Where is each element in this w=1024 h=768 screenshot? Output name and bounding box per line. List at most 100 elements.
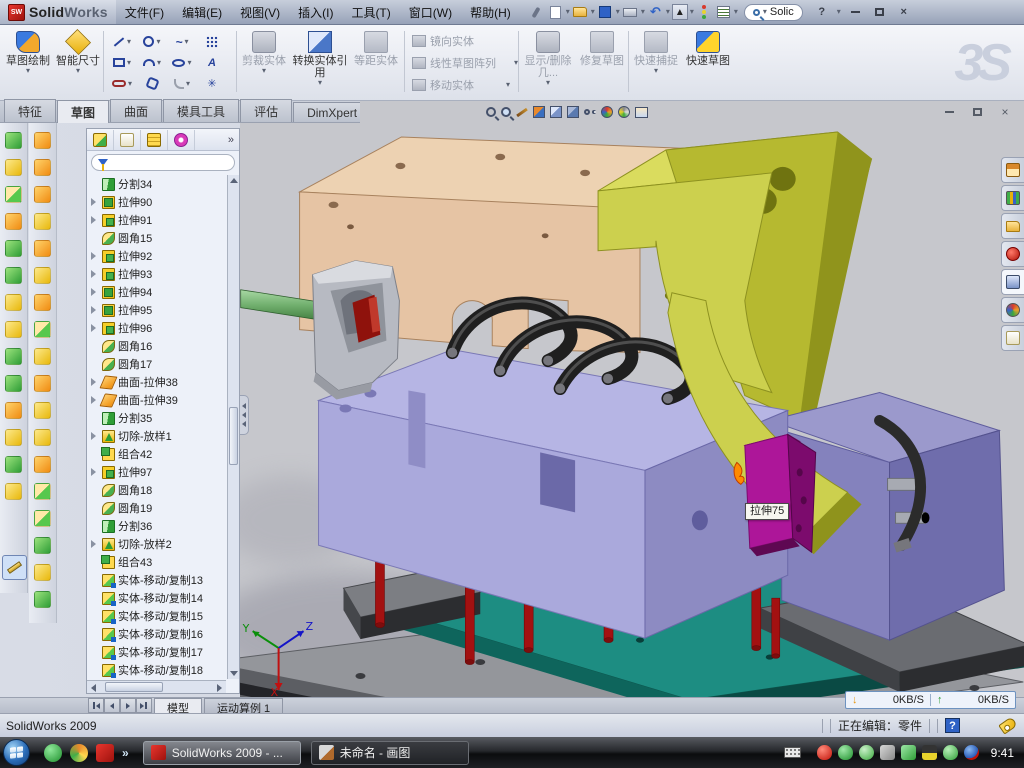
feature-tree-item[interactable]: 分割36: [89, 517, 226, 535]
prev-tab-button[interactable]: [104, 698, 120, 713]
feature-tool-icon[interactable]: ▾: [30, 262, 56, 289]
search-input[interactable]: Solic: [770, 6, 794, 18]
slot-tool-icon[interactable]: ▾: [107, 73, 137, 94]
display-delete-relations-button[interactable]: 显示/删除几...▾: [522, 29, 574, 95]
feature-tool-icon[interactable]: ▾: [1, 397, 27, 424]
feature-tree-item[interactable]: 切除-放样1: [89, 427, 226, 445]
media-app-icon[interactable]: [70, 744, 88, 762]
measure-tool-button[interactable]: [2, 555, 27, 580]
circle-tool-icon[interactable]: ▾: [137, 31, 167, 52]
point-tool-icon[interactable]: ✳: [197, 73, 227, 94]
feature-tool-icon[interactable]: ▾: [1, 208, 27, 235]
feature-tree-item[interactable]: 实体-移动/复制17: [89, 643, 226, 661]
feature-tree-item[interactable]: 圆角17: [89, 355, 226, 373]
scroll-thumb[interactable]: [229, 407, 238, 465]
quick-launch-chevron[interactable]: »: [122, 746, 129, 760]
first-tab-button[interactable]: [88, 698, 104, 713]
doc-restore-button[interactable]: [968, 104, 986, 119]
scroll-left-arrow[interactable]: [91, 684, 96, 692]
expander-arrow-icon[interactable]: [91, 216, 96, 224]
search-box[interactable]: ▾ Solic: [744, 4, 803, 21]
quick-tips-icon[interactable]: ?: [945, 718, 960, 733]
feature-tool-icon[interactable]: ▾: [1, 235, 27, 262]
scroll-right-arrow[interactable]: [217, 684, 222, 692]
view-settings-icon[interactable]: ▾: [634, 103, 649, 121]
feature-tool-icon[interactable]: ▾: [1, 451, 27, 478]
feature-tool-icon[interactable]: ▾: [30, 181, 56, 208]
arc-tool-icon[interactable]: ▾: [137, 52, 167, 73]
view-orientation-icon[interactable]: ▾: [549, 103, 563, 121]
tree-horizontal-scrollbar[interactable]: [87, 680, 226, 693]
expander-arrow-icon[interactable]: [91, 252, 96, 260]
keyboard-layout-icon[interactable]: [784, 747, 801, 758]
feature-tool-icon[interactable]: ▾: [1, 316, 27, 343]
undo-icon[interactable]: ↶: [647, 4, 664, 21]
expander-arrow-icon[interactable]: [91, 324, 96, 332]
quick-snaps-button[interactable]: 快速捕捉▾: [632, 29, 680, 95]
print-icon[interactable]: [622, 4, 639, 21]
line-tool-icon[interactable]: ▾: [107, 31, 137, 52]
convert-entities-button[interactable]: 转换实体引用▾: [292, 29, 348, 95]
feature-tree-item[interactable]: 拉伸96: [89, 319, 226, 337]
document-tab[interactable]: 模型: [154, 698, 202, 713]
feature-tool-icon[interactable]: ▾: [1, 262, 27, 289]
feature-tool-icon[interactable]: ▾: [30, 127, 56, 154]
mirror-entities-button[interactable]: 镜向实体: [412, 31, 474, 51]
ellipse-tool-icon[interactable]: ▾: [167, 52, 197, 73]
tree-vertical-scrollbar[interactable]: [227, 175, 239, 679]
expander-arrow-icon[interactable]: [91, 396, 96, 404]
magnifying-glass-icon[interactable]: ▾: [515, 103, 529, 121]
feature-tool-icon[interactable]: ▾: [30, 532, 56, 559]
minimize-button[interactable]: [847, 5, 865, 20]
menu-item[interactable]: 编辑(E): [173, 1, 231, 24]
menu-item[interactable]: 文件(F): [116, 1, 173, 24]
apply-scene-icon[interactable]: ▾: [617, 103, 631, 121]
feature-tool-icon[interactable]: ▾: [30, 208, 56, 235]
edit-appearance-icon[interactable]: ▾: [600, 103, 614, 121]
feature-tool-icon[interactable]: ▾: [30, 586, 56, 613]
sync-blocked-icon[interactable]: [964, 745, 979, 760]
feature-tool-icon[interactable]: ▾: [1, 343, 27, 370]
save-icon[interactable]: [597, 4, 614, 21]
taskbar-clock[interactable]: 9:41: [991, 746, 1014, 760]
spline-tool-icon[interactable]: ~▾: [167, 31, 197, 52]
feature-tool-icon[interactable]: ▾: [1, 424, 27, 451]
restore-button[interactable]: [871, 5, 889, 20]
open-icon[interactable]: [572, 4, 589, 21]
expander-arrow-icon[interactable]: [91, 306, 96, 314]
scroll-up-arrow[interactable]: [230, 178, 238, 183]
doc-minimize-button[interactable]: [940, 104, 958, 119]
feature-tool-icon[interactable]: ▾: [1, 181, 27, 208]
commandmanager-tab[interactable]: 特征: [4, 99, 56, 122]
new-document-icon[interactable]: [547, 4, 564, 21]
messenger-icon[interactable]: [44, 744, 62, 762]
feature-tool-icon[interactable]: ▾: [30, 289, 56, 316]
feature-tree-item[interactable]: 分割35: [89, 409, 226, 427]
menu-item[interactable]: 帮助(H): [461, 1, 520, 24]
feature-tree-item[interactable]: 拉伸91: [89, 211, 226, 229]
commandmanager-tab[interactable]: 模具工具: [163, 99, 239, 122]
feature-tree-item[interactable]: 曲面-拉伸38: [89, 373, 226, 391]
feature-tool-icon[interactable]: ▾: [1, 127, 27, 154]
scroll-down-arrow[interactable]: [230, 671, 238, 676]
feature-tool-icon[interactable]: ▾: [30, 505, 56, 532]
linear-sketch-pattern-button[interactable]: 线性草图阵列▾: [412, 53, 518, 73]
dimxpert-manager-tab[interactable]: [168, 130, 195, 150]
exploded-mold-assembly[interactable]: Y Z X: [240, 123, 1024, 697]
hide-show-items-icon[interactable]: ▾: [583, 103, 597, 121]
sketch-text-icon[interactable]: A: [197, 52, 227, 73]
feature-tool-icon[interactable]: ▾: [1, 478, 27, 505]
feature-tree-item[interactable]: 组合43: [89, 553, 226, 571]
rapid-sketch-button[interactable]: 快速草图: [684, 29, 732, 95]
scroll-thumb[interactable]: [105, 682, 163, 692]
doc-close-button[interactable]: ×: [996, 104, 1014, 119]
menu-item[interactable]: 插入(I): [289, 1, 342, 24]
antivirus-shield-icon[interactable]: [838, 745, 853, 760]
offset-entities-button[interactable]: 等距实体: [352, 29, 400, 95]
volume-icon[interactable]: [880, 745, 895, 760]
expander-arrow-icon[interactable]: [91, 288, 96, 296]
feature-tool-icon[interactable]: ▾: [1, 154, 27, 181]
polygon-tool-icon[interactable]: [137, 73, 167, 94]
update-clock-icon[interactable]: [859, 745, 874, 760]
feature-tree-item[interactable]: 实体-移动/复制18: [89, 661, 226, 679]
